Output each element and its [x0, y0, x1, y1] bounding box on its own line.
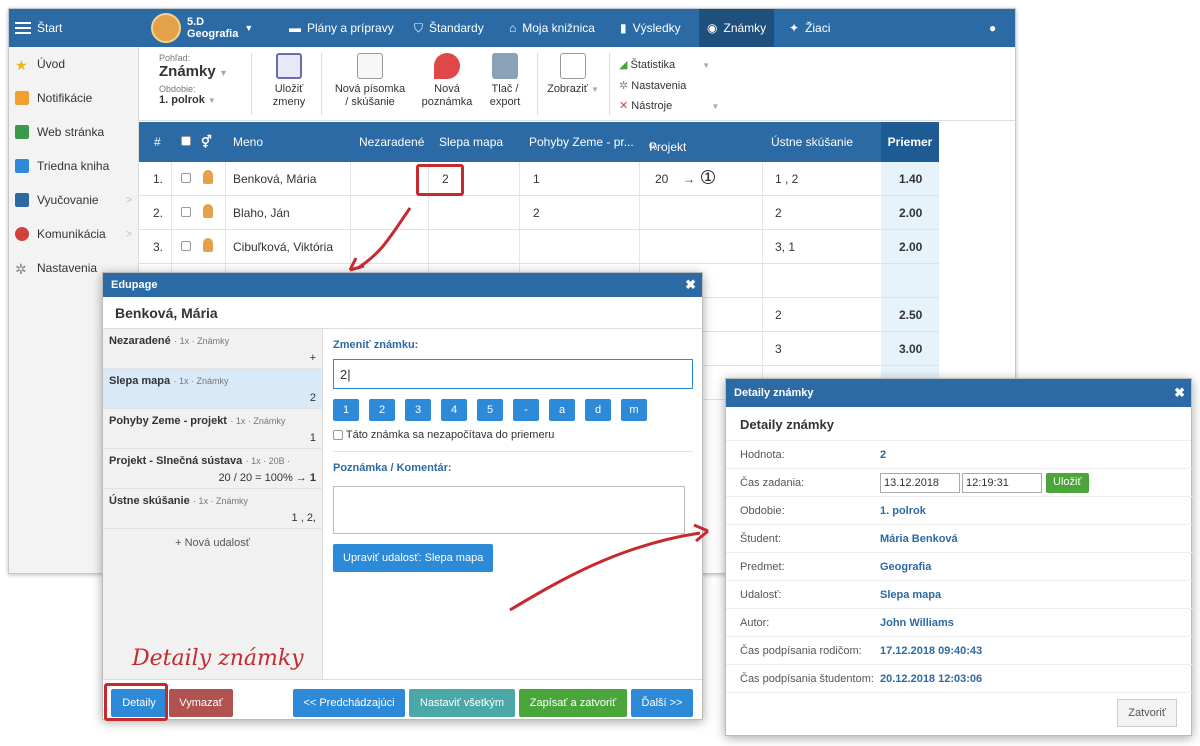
annotation-arrows: [348, 207, 709, 612]
